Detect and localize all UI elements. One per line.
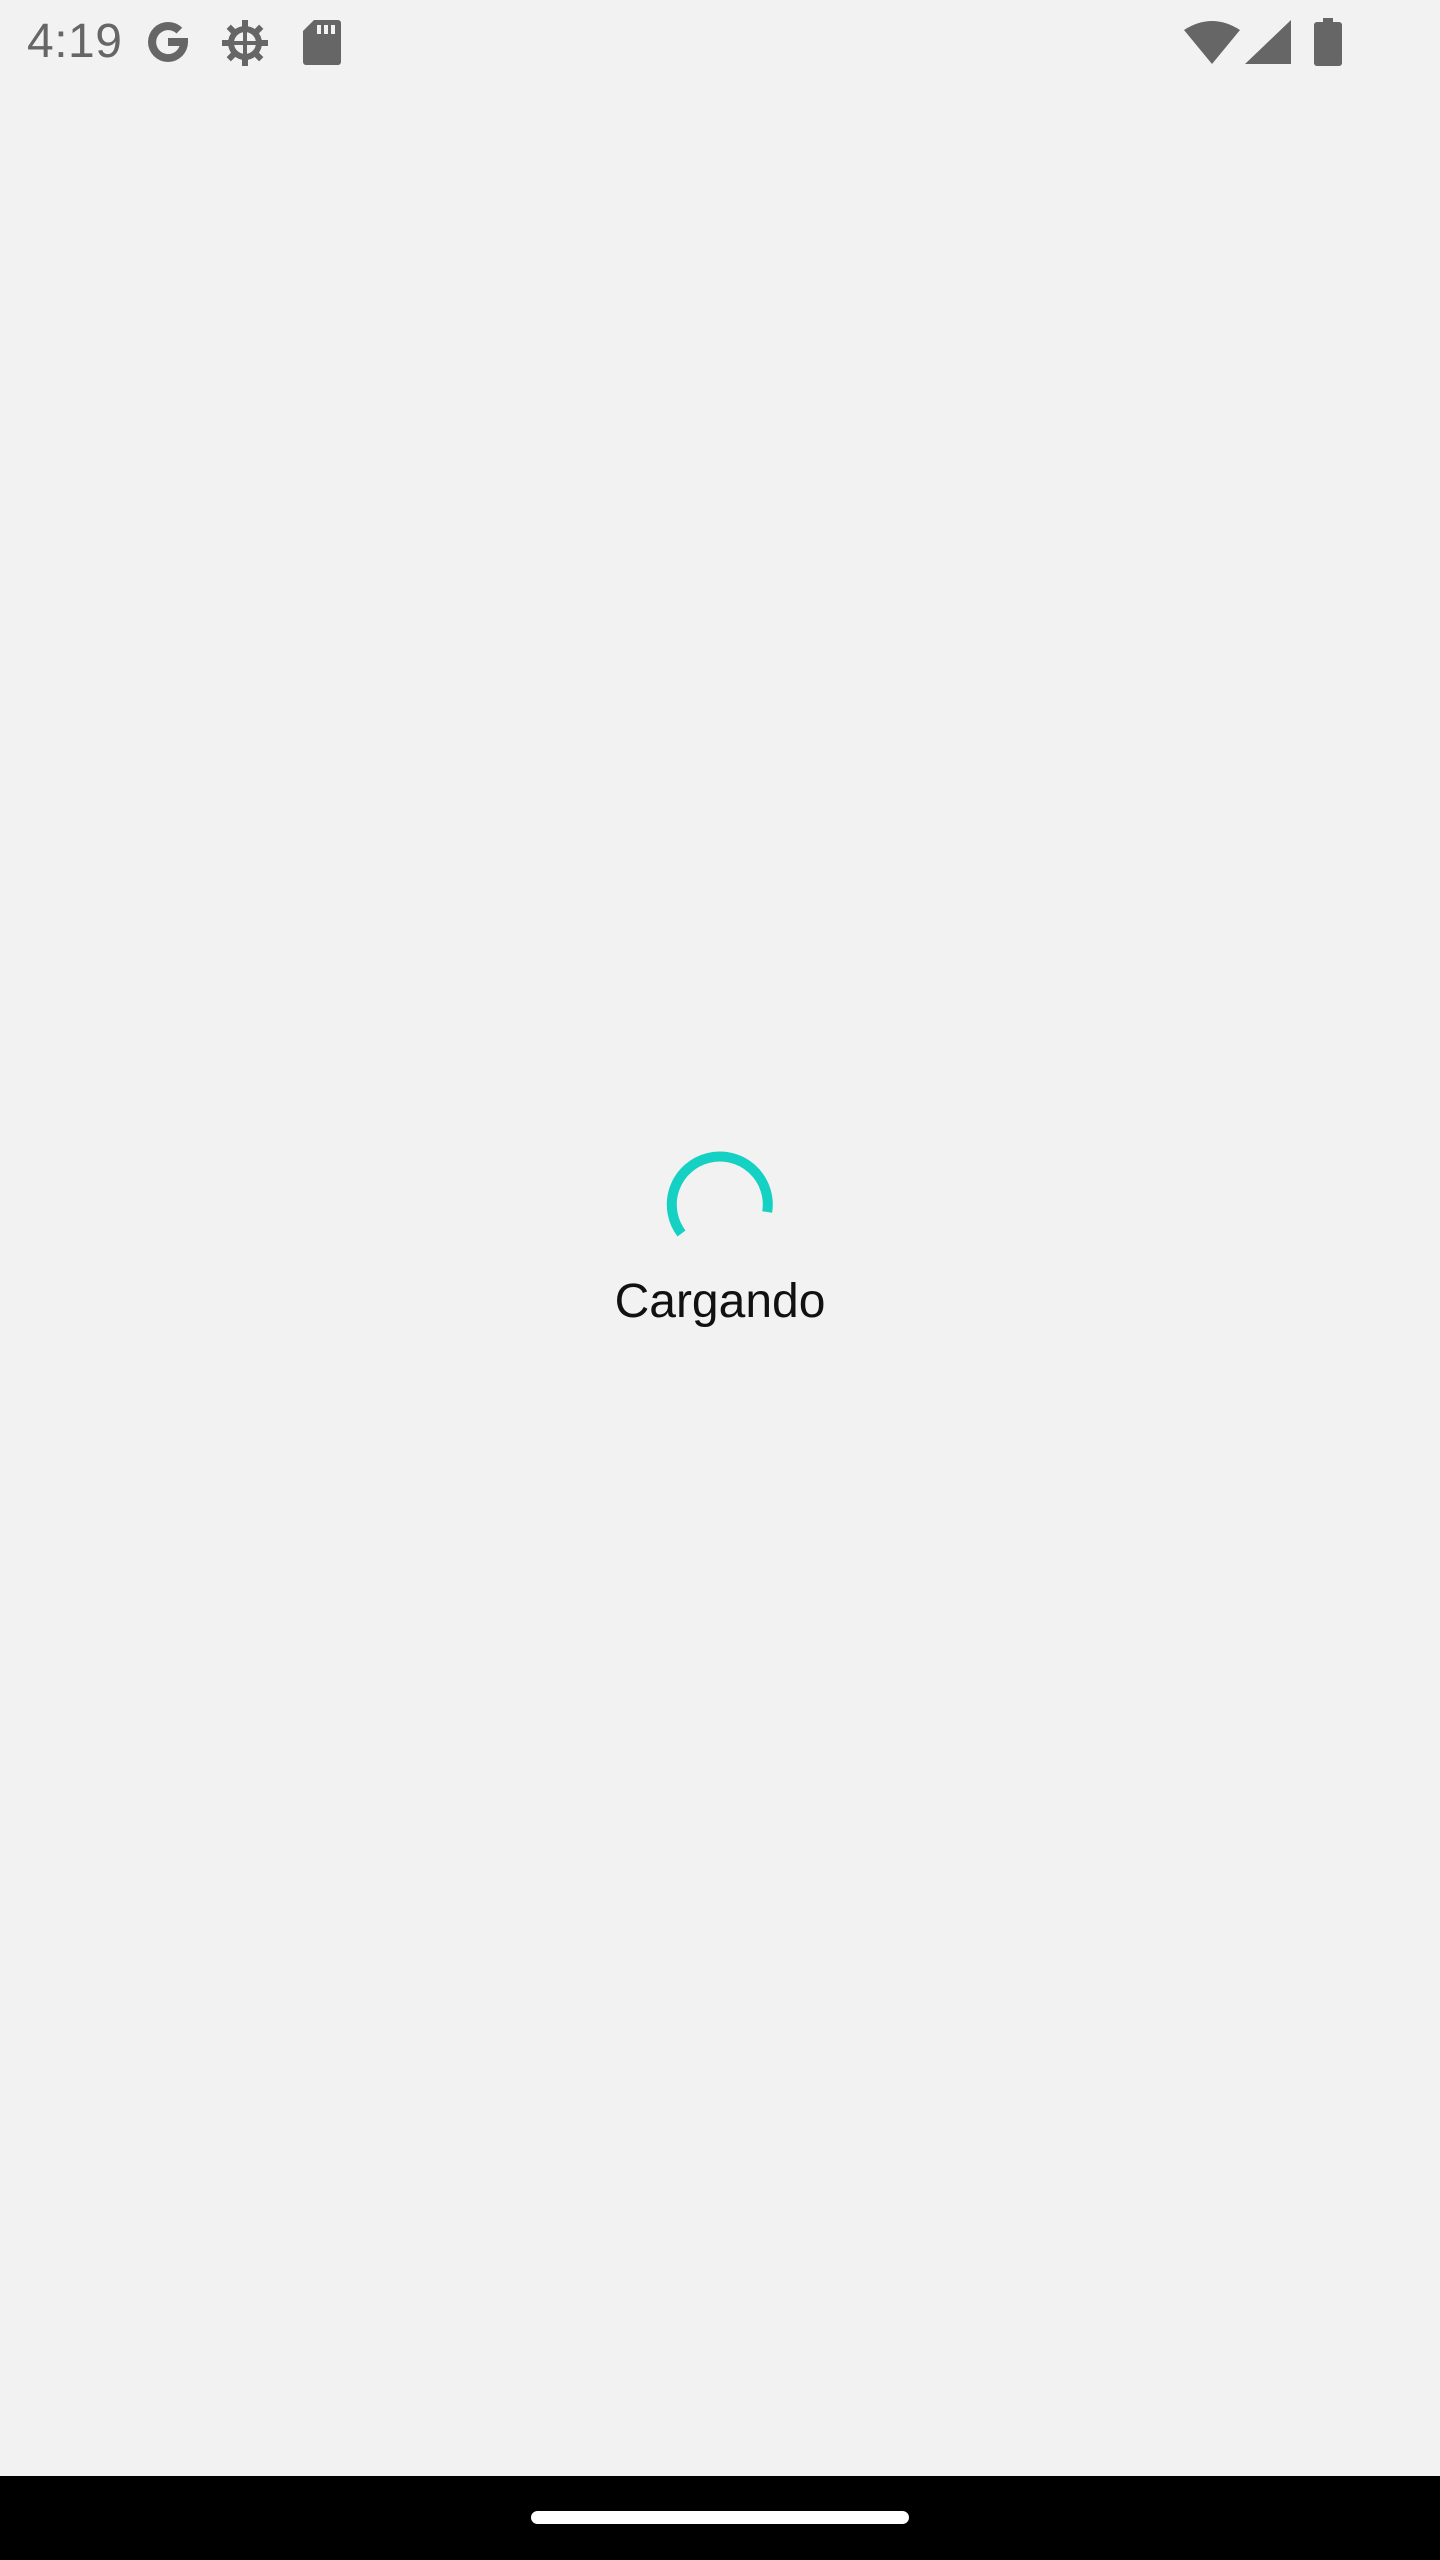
google-icon xyxy=(144,18,192,66)
navigation-bar xyxy=(0,2476,1440,2560)
status-time: 4:19 xyxy=(27,15,123,68)
wifi-icon xyxy=(1184,20,1240,64)
loading-spinner-icon xyxy=(664,1150,776,1262)
cell-signal-icon xyxy=(1245,20,1291,64)
sd-card-icon xyxy=(302,18,342,66)
loading-label: Cargando xyxy=(614,1275,826,1328)
home-gesture-handle[interactable] xyxy=(531,2511,909,2524)
battery-icon xyxy=(1313,18,1343,66)
status-bar: 4:19 xyxy=(0,0,1440,84)
settings-gear-icon xyxy=(220,18,270,68)
